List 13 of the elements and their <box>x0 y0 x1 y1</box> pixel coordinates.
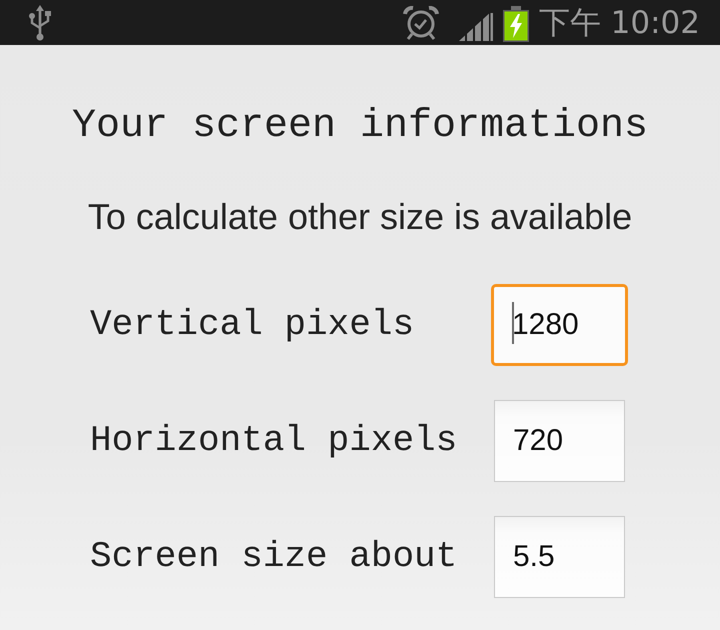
input-field[interactable]: 720 <box>494 400 625 482</box>
clock-time: 下午 10:02 <box>538 4 700 42</box>
subtitle-text: To calculate other size is available <box>88 196 632 238</box>
input-field[interactable]: 1280 <box>491 284 628 366</box>
input-field[interactable]: 5.5 <box>494 516 625 598</box>
text-cursor-icon <box>512 302 514 344</box>
page-title: Your screen informations <box>72 103 648 151</box>
field-label: Vertical pixels <box>90 303 416 347</box>
alarm-clock-icon <box>402 6 439 40</box>
field-label: Screen size about <box>90 535 458 579</box>
signal-icon <box>458 12 493 40</box>
field-label: Horizontal pixels <box>90 419 458 463</box>
usb-icon <box>28 4 52 40</box>
